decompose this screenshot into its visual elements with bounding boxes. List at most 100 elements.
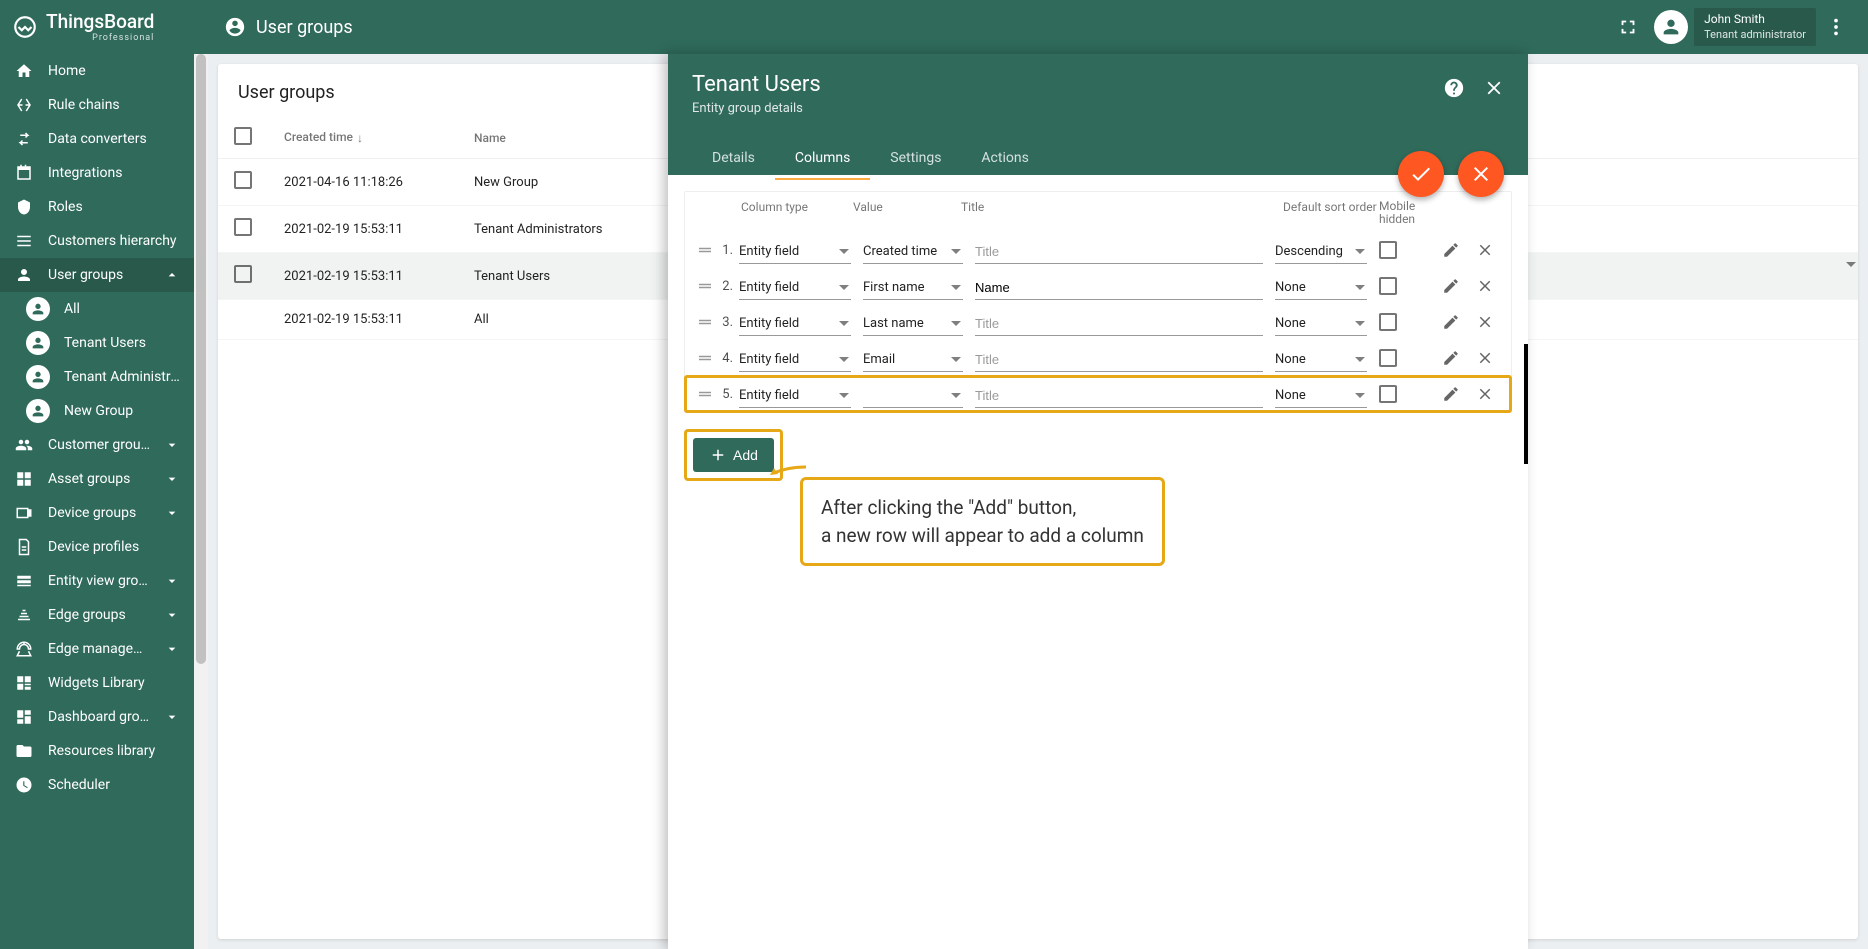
column-row: 2.Entity fieldFirst nameNone [685, 268, 1511, 304]
column-title-input[interactable] [975, 312, 1263, 336]
edit-row-button[interactable] [1437, 236, 1465, 264]
sidebar-item-edge-groups[interactable]: Edge groups [0, 598, 194, 632]
add-column-button[interactable]: Add [693, 438, 774, 472]
delete-row-button[interactable] [1471, 344, 1499, 372]
column-title-input[interactable] [975, 240, 1263, 264]
more-button[interactable] [1816, 7, 1856, 47]
sidebar-item-resources-library[interactable]: Resources library [0, 734, 194, 768]
roles-icon [14, 198, 34, 216]
edit-row-button[interactable] [1437, 272, 1465, 300]
rule-icon [14, 96, 34, 114]
sidebar-item-rule-chains[interactable]: Rule chains [0, 88, 194, 122]
chevron-up-icon [164, 267, 180, 283]
chevron-down-icon [164, 709, 180, 725]
mobile-hidden-checkbox[interactable] [1379, 277, 1397, 295]
drag-handle-icon[interactable] [695, 313, 715, 331]
mobile-hidden-checkbox[interactable] [1379, 241, 1397, 259]
sidebar-item-edge-management[interactable]: Edge management [0, 632, 194, 666]
col-created[interactable]: Created time↓ [268, 117, 458, 159]
sidebar-item-data-converters[interactable]: Data converters [0, 122, 194, 156]
mobile-hidden-checkbox[interactable] [1379, 313, 1397, 331]
select-all-checkbox[interactable] [234, 127, 252, 145]
sidebar-item-user-groups[interactable]: User groups [0, 258, 194, 292]
sidebar-item-device-groups[interactable]: Device groups [0, 496, 194, 530]
column-title-input[interactable] [975, 348, 1263, 372]
drag-handle-icon[interactable] [695, 349, 715, 367]
sidebar-scrollbar[interactable] [194, 54, 208, 949]
column-value-select[interactable]: Email [863, 348, 963, 372]
hierarchy-icon [14, 232, 34, 250]
edit-row-button[interactable] [1437, 308, 1465, 336]
column-title-input[interactable] [975, 276, 1263, 300]
row-number: 1. [715, 243, 739, 258]
delete-row-button[interactable] [1471, 380, 1499, 408]
user-name: John Smith [1704, 12, 1806, 28]
sort-order-select[interactable]: Descending [1275, 240, 1367, 264]
mobile-hidden-checkbox[interactable] [1379, 385, 1397, 403]
sidebar-item-dashboard-groups[interactable]: Dashboard groups [0, 700, 194, 734]
column-value-select[interactable]: Created time [863, 240, 963, 264]
column-value-select[interactable]: First name [863, 276, 963, 300]
fullscreen-button[interactable] [1608, 7, 1648, 47]
sidebar-item-integrations[interactable]: Integrations [0, 156, 194, 190]
page-title: User groups [224, 16, 353, 38]
sidebar-item-roles[interactable]: Roles [0, 190, 194, 224]
apply-button[interactable] [1398, 151, 1444, 197]
column-type-select[interactable]: Entity field [739, 240, 851, 264]
column-type-select[interactable]: Entity field [739, 312, 851, 336]
logo[interactable]: ThingsBoard Professional [12, 12, 194, 43]
column-row: 4.Entity fieldEmailNone [685, 340, 1511, 376]
drawer-scrollbar[interactable] [1524, 344, 1528, 464]
drag-handle-icon[interactable] [695, 241, 715, 259]
delete-row-button[interactable] [1471, 272, 1499, 300]
column-title-input[interactable] [975, 384, 1263, 408]
column-type-select[interactable]: Entity field [739, 348, 851, 372]
user-avatar[interactable] [1654, 10, 1688, 44]
user-role: Tenant administrator [1704, 28, 1806, 42]
sort-order-select[interactable]: None [1275, 276, 1367, 300]
row-checkbox[interactable] [234, 218, 252, 236]
row-checkbox[interactable] [234, 265, 252, 283]
delete-row-button[interactable] [1471, 236, 1499, 264]
sidebar-subitem-tenant-users[interactable]: Tenant Users [0, 326, 194, 360]
cancel-button[interactable] [1458, 151, 1504, 197]
scheduler-icon [14, 776, 34, 794]
edit-row-button[interactable] [1437, 380, 1465, 408]
sidebar-item-widgets-library[interactable]: Widgets Library [0, 666, 194, 700]
mobile-hidden-checkbox[interactable] [1379, 349, 1397, 367]
tab-details[interactable]: Details [692, 140, 775, 180]
tab-columns[interactable]: Columns [775, 140, 870, 180]
column-row: 3.Entity field Last name None [685, 304, 1511, 340]
sort-order-select[interactable]: None [1275, 312, 1367, 336]
sidebar-item-asset-groups[interactable]: Asset groups [0, 462, 194, 496]
sidebar-item-device-profiles[interactable]: Device profiles [0, 530, 194, 564]
delete-row-button[interactable] [1471, 308, 1499, 336]
row-checkbox[interactable] [234, 171, 252, 189]
drag-handle-icon[interactable] [695, 385, 715, 403]
sidebar-item-scheduler[interactable]: Scheduler [0, 768, 194, 802]
sidebar-subitem-new-group[interactable]: New Group [0, 394, 194, 428]
chevron-down-icon [164, 471, 180, 487]
chevron-down-icon [164, 607, 180, 623]
sort-order-select[interactable]: None [1275, 384, 1367, 408]
column-type-select[interactable]: Entity field [739, 276, 851, 300]
help-button[interactable] [1436, 70, 1472, 106]
tutorial-callout: After clicking the "Add" button, a new r… [800, 477, 1165, 566]
sidebar-subitem-tenant-administrators[interactable]: Tenant Administrators [0, 360, 194, 394]
close-drawer-button[interactable] [1476, 70, 1512, 106]
tab-actions[interactable]: Actions [961, 140, 1048, 180]
sidebar-item-customer-groups[interactable]: Customer groups [0, 428, 194, 462]
drag-handle-icon[interactable] [695, 277, 715, 295]
column-value-select[interactable]: Last name [863, 312, 963, 336]
column-type-select[interactable]: Entity field [739, 384, 851, 408]
edit-row-button[interactable] [1437, 344, 1465, 372]
column-value-select[interactable] [863, 384, 963, 408]
tab-settings[interactable]: Settings [870, 140, 961, 180]
sidebar-item-customers-hierarchy[interactable]: Customers hierarchy [0, 224, 194, 258]
row-number: 3. [715, 315, 739, 330]
user-badge[interactable]: John Smith Tenant administrator [1694, 8, 1816, 46]
sidebar-subitem-all[interactable]: All [0, 292, 194, 326]
sidebar-item-home[interactable]: Home [0, 54, 194, 88]
sidebar-item-entity-view-groups[interactable]: Entity view groups [0, 564, 194, 598]
sort-order-select[interactable]: None [1275, 348, 1367, 372]
